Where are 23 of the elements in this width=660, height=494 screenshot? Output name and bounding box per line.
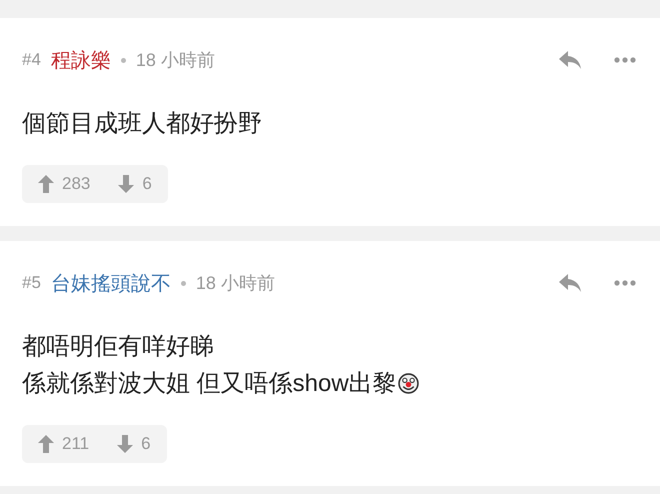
comment-text: 個節目成班人都好扮野 [22,109,262,139]
timestamp: 18 小時前 [136,49,215,72]
comment-text: 都唔明佢有咩好睇 [22,332,214,362]
upvote-button[interactable]: 211 [38,434,90,454]
separator-dot [180,280,186,286]
comment-number: #4 [22,50,41,70]
author-name[interactable]: 程詠樂 [50,46,111,74]
author-name[interactable]: 台妹搖頭說不 [50,270,171,296]
separator-dot [120,58,126,62]
comment-number: #5 [22,273,41,293]
arrow-down-icon [118,175,134,193]
reply-icon[interactable] [558,50,582,70]
arrow-up-icon [38,435,54,453]
comment-text: 係就係對波大姐 但又唔係show出黎 [22,369,397,399]
more-icon[interactable] [614,280,636,286]
downvote-button[interactable]: 6 [117,434,151,454]
more-icon[interactable] [614,57,636,63]
timestamp: 18 小時前 [196,272,275,295]
upvote-button[interactable]: 283 [38,174,90,194]
arrow-up-icon [38,175,54,193]
arrow-down-icon [117,435,134,453]
reply-icon[interactable] [558,273,582,293]
downvote-button[interactable]: 6 [118,174,152,194]
